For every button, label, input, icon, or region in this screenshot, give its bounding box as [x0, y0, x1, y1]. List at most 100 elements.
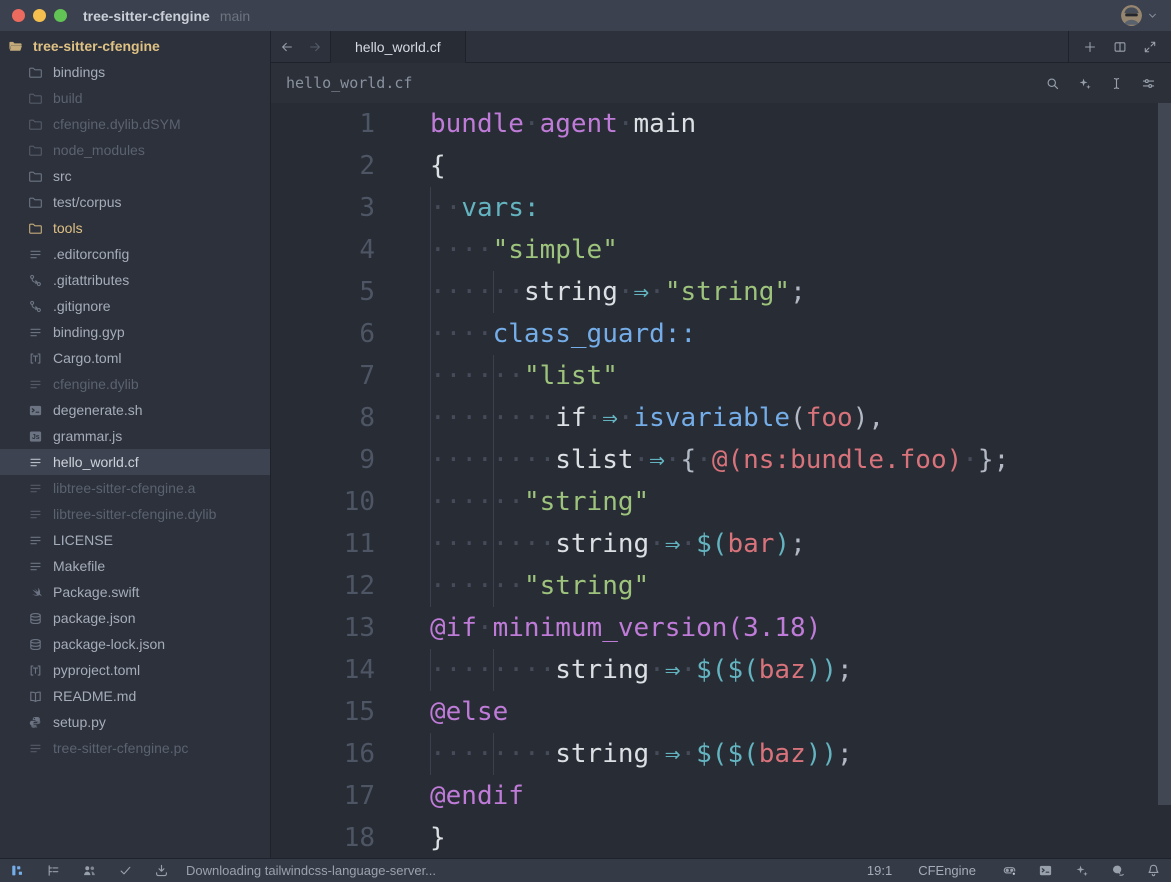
chat-icon[interactable]	[1110, 863, 1125, 878]
terminal-icon[interactable]	[1038, 863, 1053, 878]
line-content[interactable]: ······"string"	[430, 481, 1171, 523]
line-content[interactable]: ········string·⇒·$(bar);	[430, 523, 1171, 565]
file-row-package-json[interactable]: package.json	[0, 605, 270, 631]
code-line-16[interactable]: 16········string·⇒·$($(baz));	[271, 733, 1171, 775]
code-editor[interactable]: 1bundle·agent·main2{3··vars:4 ····"simple…	[271, 103, 1171, 858]
code-line-10[interactable]: 10······"string"	[271, 481, 1171, 523]
editor-controls-icon[interactable]	[1141, 76, 1156, 91]
line-content[interactable]: @if·minimum_version(3.18)	[430, 607, 1171, 649]
line-content[interactable]: ····"simple"	[430, 229, 1171, 271]
collab-icon[interactable]	[82, 863, 97, 878]
folder-row-tools[interactable]: tools	[0, 215, 270, 241]
line-content[interactable]: bundle·agent·main	[430, 103, 1171, 145]
check-icon[interactable]	[118, 863, 133, 878]
file-row-makefile[interactable]: Makefile	[0, 553, 270, 579]
tab-hello-world-cf[interactable]: hello_world.cf	[331, 31, 466, 63]
scrollbar[interactable]	[1158, 103, 1171, 858]
zoom-window-button[interactable]	[54, 9, 67, 22]
download-icon[interactable]	[154, 863, 169, 878]
code-line-6[interactable]: 6····class_guard::	[271, 313, 1171, 355]
code-line-15[interactable]: 15@else	[271, 691, 1171, 733]
close-window-button[interactable]	[12, 9, 25, 22]
code-line-7[interactable]: 7······"list"	[271, 355, 1171, 397]
folder-row-node-modules[interactable]: node_modules	[0, 137, 270, 163]
code-line-14[interactable]: 14········string·⇒·$($(baz));	[271, 649, 1171, 691]
folder-row-build[interactable]: build	[0, 85, 270, 111]
minimize-window-button[interactable]	[33, 9, 46, 22]
file-row-binding-gyp[interactable]: binding.gyp	[0, 319, 270, 345]
line-content[interactable]: ········slist·⇒·{·@(ns:bundle.foo)·};	[430, 439, 1171, 481]
file-row-package-lock-json[interactable]: package-lock.json	[0, 631, 270, 657]
code-line-5[interactable]: 5······string·⇒·"string";	[271, 271, 1171, 313]
copilot-icon[interactable]	[1002, 863, 1017, 878]
breadcrumb[interactable]: hello_world.cf	[286, 74, 412, 92]
file-row--gitattributes[interactable]: .gitattributes	[0, 267, 270, 293]
code-line-17[interactable]: 17@endif	[271, 775, 1171, 817]
file-row-libtree-sitter-cfengine-a[interactable]: libtree-sitter-cfengine.a	[0, 475, 270, 501]
code-line-2[interactable]: 2{	[271, 145, 1171, 187]
sparkles-icon[interactable]	[1074, 863, 1089, 878]
line-content[interactable]: ······string·⇒·"string";	[430, 271, 1171, 313]
line-content[interactable]: ········string·⇒·$($(baz));	[430, 649, 1171, 691]
file-row-cargo-toml[interactable]: Cargo.toml	[0, 345, 270, 371]
file-row-package-swift[interactable]: Package.swift	[0, 579, 270, 605]
line-content[interactable]: ······"list"	[430, 355, 1171, 397]
file-row-libtree-sitter-cfengine-dylib[interactable]: libtree-sitter-cfengine.dylib	[0, 501, 270, 527]
whitespace-dot: ·	[446, 319, 462, 349]
file-row-grammar-js[interactable]: Jsgrammar.js	[0, 423, 270, 449]
file-row-readme-md[interactable]: README.md	[0, 683, 270, 709]
avatar[interactable]	[1121, 5, 1142, 26]
folder-row-src[interactable]: src	[0, 163, 270, 189]
file-row-hello-world-cf[interactable]: hello_world.cf	[0, 449, 270, 475]
file-row--editorconfig[interactable]: .editorconfig	[0, 241, 270, 267]
new-file-icon[interactable]	[1083, 40, 1097, 54]
code-line-3[interactable]: 3··vars:	[271, 187, 1171, 229]
line-content[interactable]: ······"string"	[430, 565, 1171, 607]
line-content[interactable]: ····class_guard::	[430, 313, 1171, 355]
git-branch[interactable]: main	[220, 8, 250, 24]
edit-mode-icon[interactable]	[1109, 76, 1124, 91]
line-content[interactable]: ··vars:	[430, 187, 1171, 229]
code-line-12[interactable]: 12······"string"	[271, 565, 1171, 607]
folder-row-bindings[interactable]: bindings	[0, 59, 270, 85]
split-pane-icon[interactable]	[1113, 40, 1127, 54]
bell-icon[interactable]	[1146, 863, 1161, 878]
code-line-18[interactable]: 18}	[271, 817, 1171, 858]
code-line-1[interactable]: 1bundle·agent·main	[271, 103, 1171, 145]
line-content[interactable]: @endif	[430, 775, 1171, 817]
inline-assist-icon[interactable]	[1077, 76, 1092, 91]
line-content[interactable]: @else	[430, 691, 1171, 733]
code-line-4[interactable]: 4 ····"simple"	[271, 229, 1171, 271]
line-content[interactable]: {	[430, 145, 1171, 187]
zoom-pane-icon[interactable]	[1143, 40, 1157, 54]
search-icon[interactable]	[1045, 76, 1060, 91]
folder-row-test-corpus[interactable]: test/corpus	[0, 189, 270, 215]
code-line-11[interactable]: 11········string·⇒·$(bar);	[271, 523, 1171, 565]
language-selector[interactable]: CFEngine	[918, 863, 976, 878]
line-number: 4	[271, 229, 375, 271]
line-content[interactable]: }	[430, 817, 1171, 858]
project-panel-icon[interactable]	[10, 863, 25, 878]
file-row-cfengine-dylib[interactable]: cfengine.dylib	[0, 371, 270, 397]
line-content[interactable]: ········if·⇒·isvariable(foo),	[430, 397, 1171, 439]
scrollbar-thumb[interactable]	[1158, 103, 1171, 805]
file-row-license[interactable]: LICENSE	[0, 527, 270, 553]
file-row-setup-py[interactable]: setup.py	[0, 709, 270, 735]
line-content[interactable]: ········string·⇒·$($(baz));	[430, 733, 1171, 775]
file-row-tree-sitter-cfengine-pc[interactable]: tree-sitter-cfengine.pc	[0, 735, 270, 761]
outline-icon[interactable]	[46, 863, 61, 878]
file-row-degenerate-sh[interactable]: degenerate.sh	[0, 397, 270, 423]
cursor-position[interactable]: 19:1	[867, 863, 892, 878]
file-row-pyproject-toml[interactable]: pyproject.toml	[0, 657, 270, 683]
folder-row-cfengine-dylib-dsym[interactable]: cfengine.dylib.dSYM	[0, 111, 270, 137]
code-line-13[interactable]: 13@if·minimum_version(3.18)	[271, 607, 1171, 649]
chevron-down-icon[interactable]	[1146, 9, 1159, 22]
whitespace-dot: ·	[461, 361, 477, 391]
navigate-forward-icon[interactable]	[308, 40, 322, 54]
file-row--gitignore[interactable]: .gitignore	[0, 293, 270, 319]
code-line-8[interactable]: 8········if·⇒·isvariable(foo),	[271, 397, 1171, 439]
navigate-back-icon[interactable]	[280, 40, 294, 54]
code-line-9[interactable]: 9········slist·⇒·{·@(ns:bundle.foo)·};	[271, 439, 1171, 481]
folder-row-tree-sitter-cfengine[interactable]: tree-sitter-cfengine	[0, 33, 270, 59]
project-name[interactable]: tree-sitter-cfengine	[83, 8, 210, 24]
